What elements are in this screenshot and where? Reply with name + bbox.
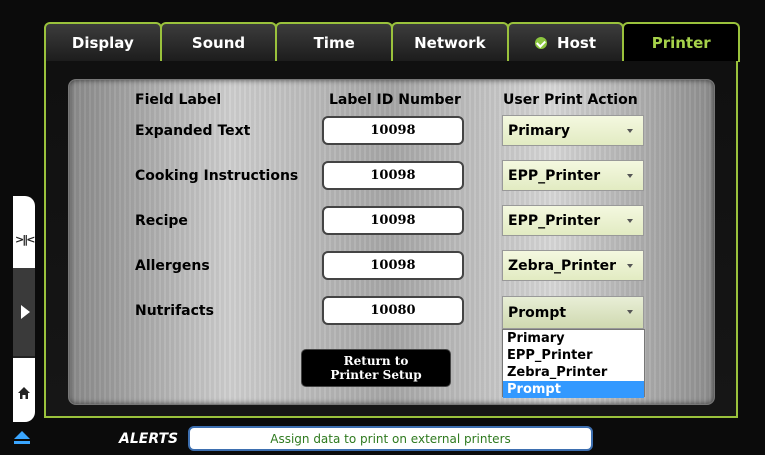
field-label: Cooking Instructions bbox=[135, 168, 299, 184]
return-to-printer-setup-button[interactable]: Return to Printer Setup bbox=[301, 349, 451, 387]
select-value: EPP_Printer bbox=[508, 167, 601, 184]
chevron-down-icon bbox=[627, 129, 633, 133]
tab-label: Printer bbox=[651, 34, 711, 52]
dropdown-option[interactable]: Zebra_Printer bbox=[503, 364, 644, 381]
chevron-down-icon bbox=[627, 264, 633, 268]
button-label-line1: Return to bbox=[343, 354, 409, 368]
play-arrow-icon bbox=[21, 305, 30, 319]
field-label: Recipe bbox=[135, 213, 188, 229]
alerts-message-box: Assign data to print on external printer… bbox=[188, 426, 593, 451]
print-action-select[interactable]: Prompt bbox=[502, 296, 644, 329]
tab-label: Sound bbox=[191, 34, 246, 52]
tab-printer[interactable]: Printer bbox=[622, 22, 741, 62]
dropdown-option-highlighted[interactable]: Prompt bbox=[503, 381, 644, 398]
eject-icon[interactable] bbox=[13, 431, 31, 445]
expand-icon[interactable]: >||< bbox=[15, 233, 35, 246]
alerts-label: ALERTS bbox=[119, 431, 179, 447]
select-value: Prompt bbox=[508, 304, 567, 321]
tab-label: Network bbox=[414, 34, 486, 52]
field-label: Allergens bbox=[135, 258, 210, 274]
print-action-select[interactable]: EPP_Printer bbox=[502, 160, 644, 191]
label-id-input[interactable]: 10098 bbox=[322, 161, 464, 190]
button-label-line2: Printer Setup bbox=[330, 368, 422, 382]
dropdown-option[interactable]: Primary bbox=[503, 330, 644, 347]
label-id-input[interactable]: 10098 bbox=[322, 116, 464, 145]
tab-bar: Display Sound Time Network Host Printer bbox=[44, 22, 741, 62]
print-action-dropdown: Primary EPP_Printer Zebra_Printer Prompt bbox=[502, 329, 645, 398]
header-field-label: Field Label bbox=[135, 92, 222, 108]
tab-label: Time bbox=[313, 34, 355, 52]
chevron-down-icon bbox=[627, 174, 633, 178]
tab-network[interactable]: Network bbox=[391, 22, 509, 62]
select-value: EPP_Printer bbox=[508, 212, 601, 229]
check-circle-icon bbox=[535, 37, 548, 49]
tab-host[interactable]: Host bbox=[506, 22, 625, 62]
tab-display[interactable]: Display bbox=[44, 22, 162, 62]
select-value: Primary bbox=[508, 122, 571, 139]
print-action-select[interactable]: EPP_Printer bbox=[502, 205, 644, 236]
tab-label: Display bbox=[71, 34, 134, 52]
print-action-select[interactable]: Primary bbox=[502, 115, 644, 146]
field-label: Expanded Text bbox=[135, 123, 251, 139]
tab-sound[interactable]: Sound bbox=[159, 22, 278, 62]
alerts-message: Assign data to print on external printer… bbox=[270, 431, 511, 446]
field-label: Nutrifacts bbox=[135, 303, 214, 319]
side-control-strip: >||< bbox=[13, 196, 35, 422]
tab-time[interactable]: Time bbox=[275, 22, 394, 62]
select-value: Zebra_Printer bbox=[508, 257, 617, 274]
tab-label: Host bbox=[557, 34, 596, 52]
header-print-action: User Print Action bbox=[503, 92, 638, 108]
print-action-select[interactable]: Zebra_Printer bbox=[502, 250, 644, 281]
chevron-down-icon bbox=[627, 219, 633, 223]
chevron-down-icon bbox=[627, 310, 633, 314]
label-id-input[interactable]: 10080 bbox=[322, 296, 464, 325]
label-id-input[interactable]: 10098 bbox=[322, 206, 464, 235]
home-icon[interactable] bbox=[17, 386, 31, 400]
dropdown-option[interactable]: EPP_Printer bbox=[503, 347, 644, 364]
header-label-id: Label ID Number bbox=[329, 92, 461, 108]
divider bbox=[13, 356, 35, 358]
label-id-input[interactable]: 10098 bbox=[322, 251, 464, 280]
